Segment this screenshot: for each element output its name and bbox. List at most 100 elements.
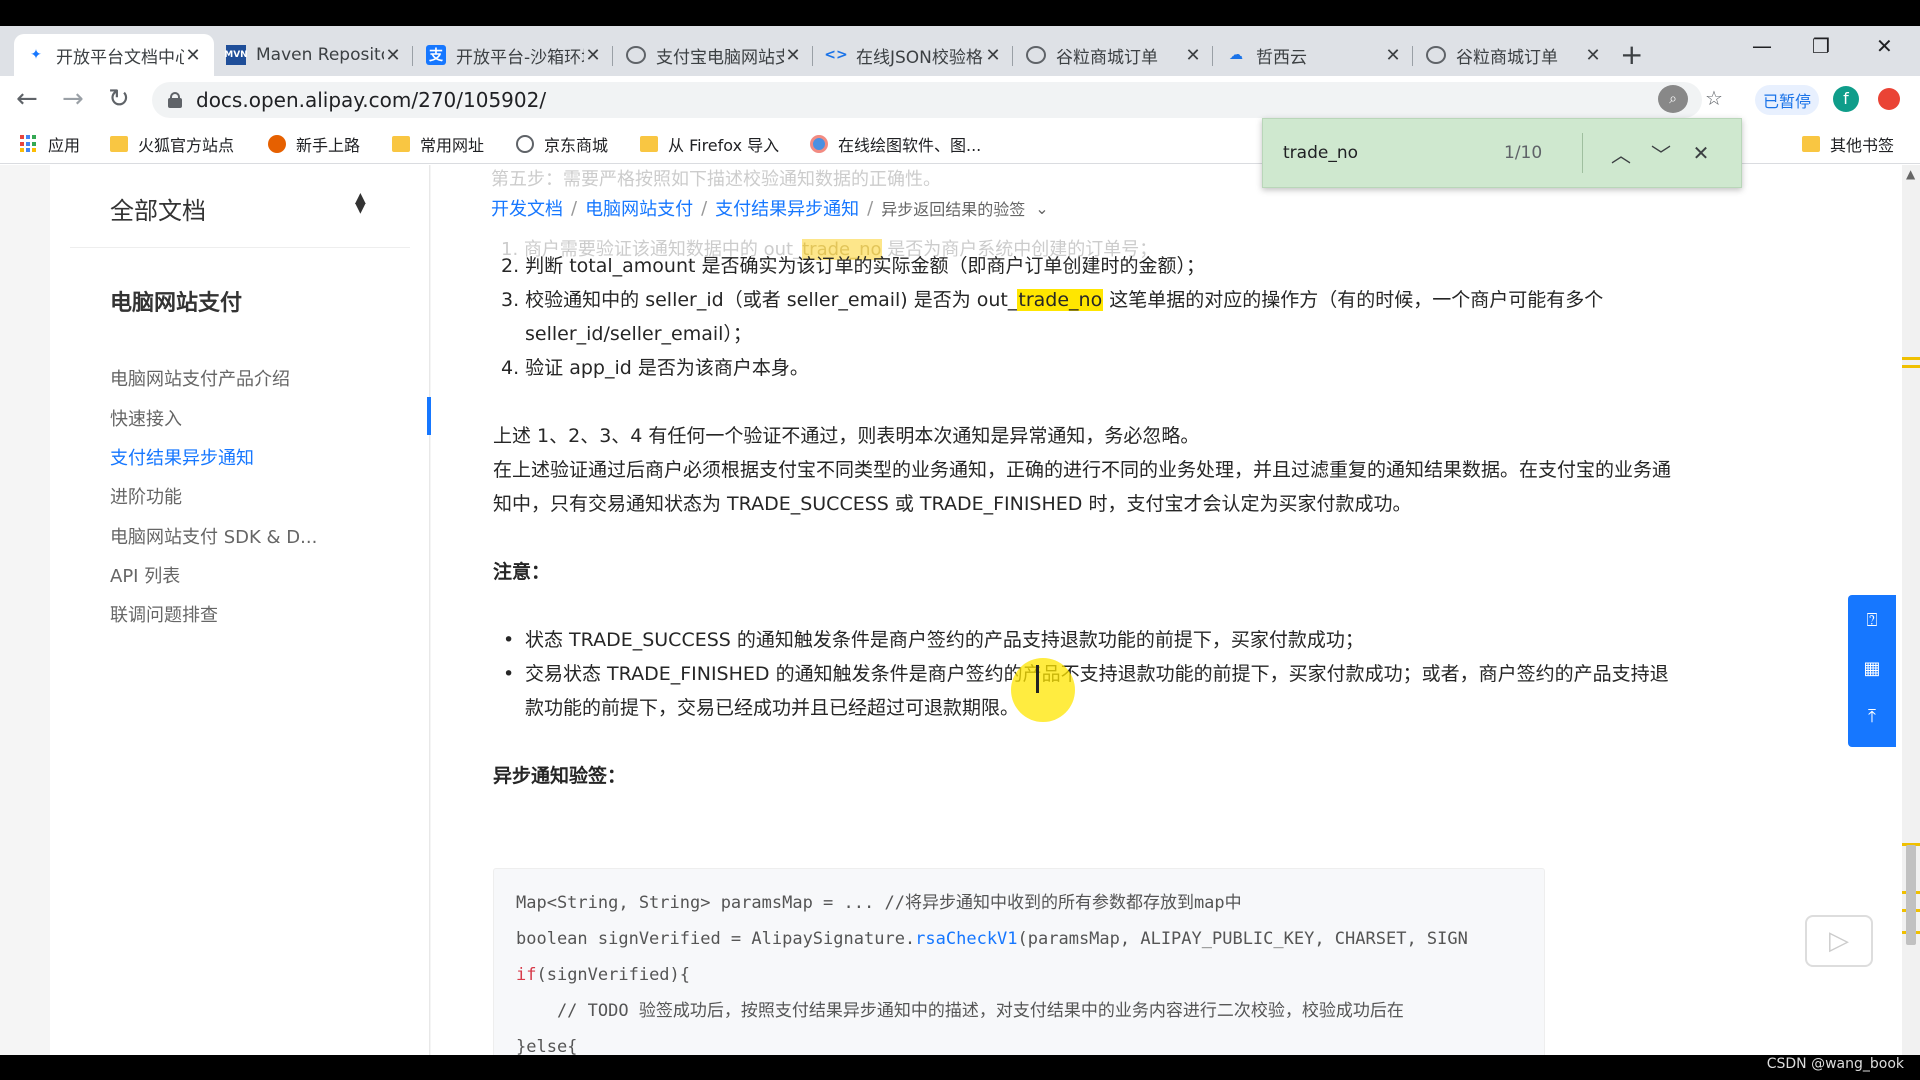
tab-maven[interactable]: MVN Maven Repository ✕ (214, 34, 414, 76)
text: 这笔单据的对应的操作方（有的时候，一个商户可能有多个 (1103, 289, 1604, 311)
sidebar-item-intro[interactable]: 电脑网站支付产品介绍 (110, 365, 290, 391)
qrcode-icon[interactable]: ▦ (1860, 657, 1884, 681)
search-page-icon[interactable]: ⌕ (1658, 85, 1688, 113)
tab-pc-pay[interactable]: 支付宝电脑网站支付 ✕ (614, 34, 814, 76)
globe-icon (626, 46, 646, 64)
alipay-doc-icon: ✦ (30, 47, 42, 63)
code-text: Map<String, String> paramsMap = ... (516, 893, 885, 913)
sidebar-header: 全部文档 (110, 197, 206, 225)
sidebar-item-troubleshoot[interactable]: 联调问题排查 (110, 601, 218, 627)
back-to-top-icon[interactable]: ⤒ (1860, 705, 1884, 729)
globe-icon (1426, 46, 1446, 64)
breadcrumb-dev-docs[interactable]: 开发文档 (491, 195, 563, 221)
extension-icon[interactable] (1878, 88, 1900, 110)
breadcrumb-pc-pay[interactable]: 电脑网站支付 (585, 195, 693, 221)
bookmark-firefox-import[interactable]: 从 Firefox 导入 (640, 132, 779, 156)
close-icon[interactable]: ✕ (184, 45, 202, 66)
verify-item-2: 2. 判断 total_amount 是否确实为该订单的实际金额（即商户订单创建… (501, 255, 1206, 277)
globe-icon (516, 135, 534, 153)
sidebar-item-async-notify[interactable]: 支付结果异步通知 (110, 444, 254, 470)
find-close-icon[interactable]: ✕ (1681, 141, 1721, 165)
chevron-down-icon[interactable]: ⌄ (1035, 199, 1048, 218)
find-prev-icon[interactable]: ︿ (1601, 139, 1641, 168)
tab-sandbox[interactable]: 支 开放平台-沙箱环境 ✕ (414, 34, 614, 76)
bookmark-other[interactable]: 其他书签 (1802, 132, 1894, 156)
para-business-a: 在上述验证通过后商户必须根据支付宝不同类型的业务通知，正确的进行不同的业务处理，… (493, 459, 1672, 481)
code-text: (signVerified){ (536, 965, 691, 985)
floating-toolbar: ⍰ ▦ ⤒ (1848, 595, 1896, 747)
tab-separator (1212, 46, 1213, 66)
address-bar[interactable]: docs.open.alipay.com/270/105902/ (152, 82, 1702, 118)
bookmark-jd[interactable]: 京东商城 (516, 132, 608, 156)
sidebar-item-api[interactable]: API 列表 (110, 562, 180, 588)
code-icon: <> (824, 47, 848, 63)
star-icon[interactable]: ☆ (1705, 86, 1723, 110)
url-text: docs.open.alipay.com/270/105902/ (196, 88, 547, 112)
note-bullet-2: 交易状态 TRADE_FINISHED 的通知触发条件是商户签约的产品不支持退款… (503, 657, 1669, 691)
close-icon[interactable]: ✕ (584, 45, 602, 66)
sidebar-item-quickstart[interactable]: 快速接入 (110, 405, 182, 431)
back-icon[interactable]: ← (16, 84, 38, 114)
verify-item-3: 3. 校验通知中的 seller_id（或者 seller_email) 是否为… (501, 283, 1603, 317)
text-cursor (1036, 665, 1039, 693)
para-verification-fail: 上述 1、2、3、4 有任何一个验证不通过，则表明本次通知是异常通知，务必忽略。 (493, 425, 1200, 447)
breadcrumb-separator: / (571, 197, 578, 219)
tab-title: 支付宝电脑网站支付 (656, 47, 784, 68)
new-tab-button[interactable]: + (1620, 38, 1643, 71)
profile-avatar[interactable]: f (1833, 86, 1859, 112)
tab-title: 哲西云 (1256, 47, 1307, 68)
bookmark-label: 火狐官方站点 (138, 136, 235, 155)
code-line-5: }else{ (516, 1037, 578, 1055)
bookmark-common-sites[interactable]: 常用网址 (392, 132, 484, 156)
sidebar-divider (70, 247, 410, 248)
code-keyword: if (516, 965, 537, 985)
video-play-icon[interactable]: ▷ (1805, 915, 1873, 967)
page-scrollbar[interactable]: ▲ (1902, 165, 1920, 1055)
restore-icon[interactable]: ❐ (1812, 34, 1830, 58)
sidebar-item-advanced[interactable]: 进阶功能 (110, 483, 182, 509)
close-icon[interactable]: ✕ (784, 45, 802, 66)
paused-label: 已暂停 (1763, 92, 1812, 111)
close-icon[interactable]: ✕ (384, 45, 402, 66)
breadcrumb-current[interactable]: 异步返回结果的验签 (881, 196, 1025, 220)
tab-json[interactable]: <> 在线JSON校验格式化 ✕ (814, 34, 1014, 76)
window-close-icon[interactable]: ✕ (1876, 34, 1893, 58)
firefox-icon (268, 135, 286, 153)
sync-paused-button[interactable]: 已暂停 (1755, 85, 1820, 115)
folder-icon (1802, 136, 1820, 152)
tab-gulimall-1[interactable]: 谷粒商城订单 ✕ (1014, 34, 1214, 76)
bookmark-label: 其他书签 (1830, 136, 1895, 155)
verify-item-4: 4. 验证 app_id 是否为该商户本身。 (501, 357, 809, 379)
find-next-icon[interactable]: ﹀ (1641, 139, 1681, 168)
folder-icon (392, 136, 410, 152)
breadcrumb-async-notify[interactable]: 支付结果异步通知 (715, 195, 859, 221)
scroll-up-icon[interactable]: ▲ (1906, 167, 1915, 181)
bookmark-label: 常用网址 (420, 136, 485, 155)
tab-alipay-docs[interactable]: ✦ 开放平台文档中心 ✕ (14, 34, 214, 76)
bookmark-firefox-site[interactable]: 火狐官方站点 (110, 132, 234, 156)
close-icon[interactable]: ✕ (1184, 45, 1202, 66)
bookmark-label: 新手上路 (296, 136, 361, 155)
close-icon[interactable]: ✕ (984, 45, 1002, 66)
mouse-highlight (1011, 658, 1075, 722)
scroll-thumb[interactable] (1906, 845, 1916, 945)
tab-gulimall-2[interactable]: 谷粒商城订单 ✕ (1414, 34, 1614, 76)
text: 3. 校验通知中的 seller_id（或者 seller_email) 是否为… (501, 289, 1018, 311)
reload-icon[interactable]: ↻ (108, 84, 130, 114)
bookmark-apps[interactable]: 应用 (20, 132, 80, 156)
tab-separator (412, 46, 413, 66)
close-icon[interactable]: ✕ (1384, 45, 1402, 66)
tab-separator (612, 46, 613, 66)
minimize-icon[interactable]: — (1752, 34, 1772, 58)
find-input[interactable]: trade_no (1283, 143, 1504, 163)
help-icon[interactable]: ⍰ (1860, 609, 1884, 633)
tab-cloud[interactable]: ☁ 哲西云 ✕ (1214, 34, 1414, 76)
close-icon[interactable]: ✕ (1584, 45, 1602, 66)
faded-step-heading: 第五步：需要严格按照如下描述校验通知数据的正确性。 (491, 169, 941, 190)
sidebar-item-sdk[interactable]: 电脑网站支付 SDK & D... (110, 523, 317, 549)
sort-toggle-icon[interactable]: ▲ ▼ (355, 191, 366, 215)
bookmark-getting-started[interactable]: 新手上路 (268, 132, 360, 156)
bookmark-drawing[interactable]: 在线绘图软件、图... (810, 132, 981, 156)
code-block: Map<String, String> paramsMap = ... //将异… (493, 868, 1545, 1055)
forward-icon[interactable]: → (62, 84, 84, 114)
